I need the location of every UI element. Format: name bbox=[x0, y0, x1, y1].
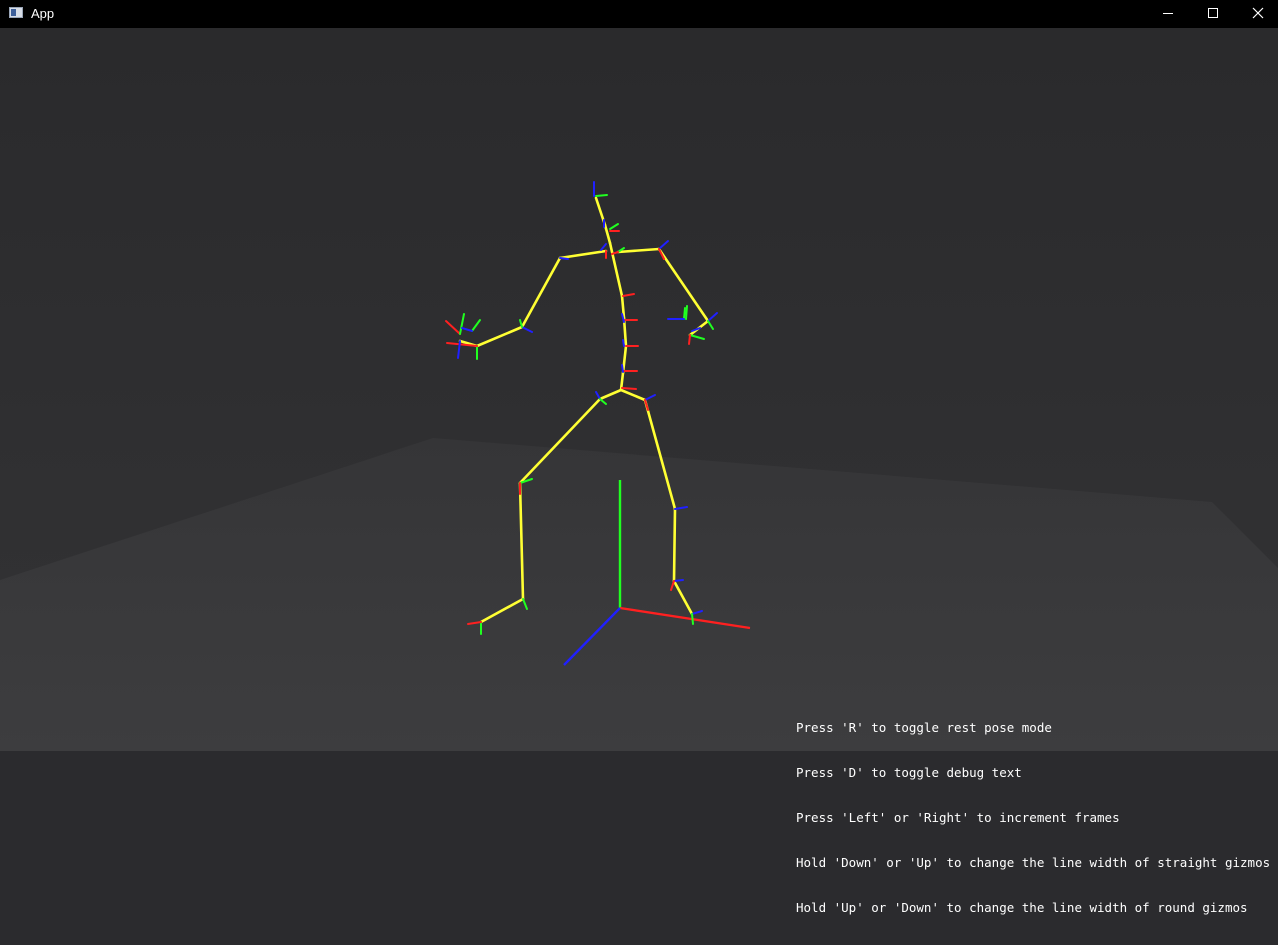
window-title: App bbox=[31, 6, 55, 21]
title-bar: App bbox=[0, 0, 1278, 28]
help-line: Press 'D' to toggle debug text bbox=[796, 765, 1022, 780]
help-line: Press 'Left' or 'Right' to increment fra… bbox=[796, 810, 1120, 825]
minimize-icon bbox=[1163, 13, 1173, 14]
help-line: Hold 'Up' or 'Down' to change the line w… bbox=[796, 900, 1248, 915]
close-icon bbox=[1252, 7, 1264, 19]
help-line: Hold 'Down' or 'Up' to change the line w… bbox=[796, 855, 1271, 870]
scene-canvas[interactable] bbox=[0, 28, 1278, 751]
maximize-icon bbox=[1208, 8, 1218, 18]
3d-viewport[interactable]: Press 'R' to toggle rest pose mode Press… bbox=[0, 28, 1278, 915]
maximize-button[interactable] bbox=[1191, 0, 1237, 28]
minimize-button[interactable] bbox=[1145, 0, 1191, 28]
help-text-overlay: Press 'R' to toggle rest pose mode Press… bbox=[796, 690, 1270, 945]
close-button[interactable] bbox=[1236, 0, 1278, 28]
help-line: Press 'R' to toggle rest pose mode bbox=[796, 720, 1052, 735]
app-icon bbox=[9, 7, 23, 18]
